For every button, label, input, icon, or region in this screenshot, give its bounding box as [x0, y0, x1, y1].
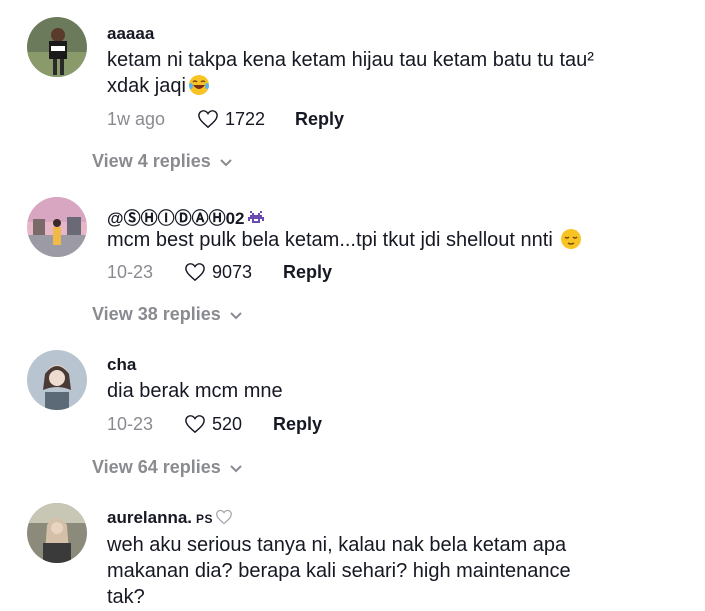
reply-button[interactable]: Reply: [283, 262, 332, 283]
comment-username[interactable]: aaaaa: [107, 24, 154, 44]
view-replies-label: View 4 replies: [92, 151, 211, 171]
comment-username[interactable]: @ⓈⒽⒾⒹⒶⒽ02: [107, 204, 265, 229]
view-replies-button[interactable]: View 38 replies: [92, 304, 243, 325]
view-replies-button[interactable]: View 4 replies: [92, 151, 233, 172]
avatar[interactable]: [27, 350, 87, 410]
heart-outline-icon: [216, 509, 232, 525]
comment-text-line: makanan dia? berapa kali sehari? high ma…: [107, 560, 571, 582]
comment-text-fragment: mcm best pulk bela ketam...tpi tkut jdi …: [107, 229, 553, 251]
comment-text-line: mcm best pulk bela ketam...tpi tkut jdi …: [107, 227, 627, 253]
like-button[interactable]: 9073: [184, 262, 252, 283]
view-replies-label: View 64 replies: [92, 457, 221, 477]
comment-text-line: tak?: [107, 586, 145, 608]
comment-date: 10-23: [107, 413, 154, 434]
comment-text: ketam ni takpa kena ketam hijau tau keta…: [107, 47, 627, 99]
view-replies-label: View 38 replies: [92, 304, 221, 324]
comment-text: weh aku serious tanya ni, kalau nak bela…: [107, 532, 627, 610]
comment-meta: 10-23 9073 Reply: [107, 259, 332, 285]
like-button[interactable]: 1722: [197, 109, 265, 130]
username-text: aurelanna.: [107, 508, 193, 527]
avatar[interactable]: [27, 17, 87, 77]
comment-text-line: weh aku serious tanya ni, kalau nak bela…: [107, 534, 567, 556]
space-invader-icon: [247, 211, 264, 223]
comment-text-line: dia berak mcm mne: [107, 380, 283, 402]
user-badge: PS: [196, 512, 214, 526]
like-count: 9073: [212, 261, 253, 282]
comment-date: 1w ago: [107, 108, 166, 129]
chevron-down-icon: [230, 311, 242, 319]
comment-meta: 10-23 520 Reply: [107, 411, 322, 437]
relieved-emoji-icon: [561, 229, 582, 249]
view-replies-button[interactable]: View 64 replies: [92, 457, 243, 478]
comment-username[interactable]: cha: [107, 355, 136, 375]
laughing-emoji-icon: [188, 75, 209, 95]
reply-button[interactable]: Reply: [295, 109, 344, 130]
reply-button[interactable]: Reply: [273, 414, 322, 435]
comment-username[interactable]: aurelanna. PS: [107, 508, 233, 528]
comment-text-line: ketam ni takpa kena ketam hijau tau keta…: [107, 49, 594, 71]
comment-text-fragment: xdak jaqi: [107, 75, 186, 97]
heart-outline-icon: [198, 110, 218, 129]
comment-date: 10-23: [107, 261, 154, 282]
chevron-down-icon: [220, 158, 232, 166]
like-count: 520: [212, 413, 243, 434]
comment-text-line: xdak jaqi: [107, 73, 627, 99]
heart-outline-icon: [185, 415, 205, 434]
chevron-down-icon: [230, 464, 242, 472]
avatar[interactable]: [27, 503, 87, 563]
avatar[interactable]: [27, 197, 87, 257]
comment-meta: 1w ago 1722 Reply: [107, 106, 344, 132]
heart-outline-icon: [185, 263, 205, 282]
like-count: 1722: [225, 108, 266, 129]
username-text: @ⓈⒽⒾⒹⒶⒽ02: [107, 209, 245, 228]
comment-text: dia berak mcm mne: [107, 378, 627, 404]
like-button[interactable]: 520: [184, 414, 242, 435]
comment-text: mcm best pulk bela ketam...tpi tkut jdi …: [107, 227, 627, 253]
